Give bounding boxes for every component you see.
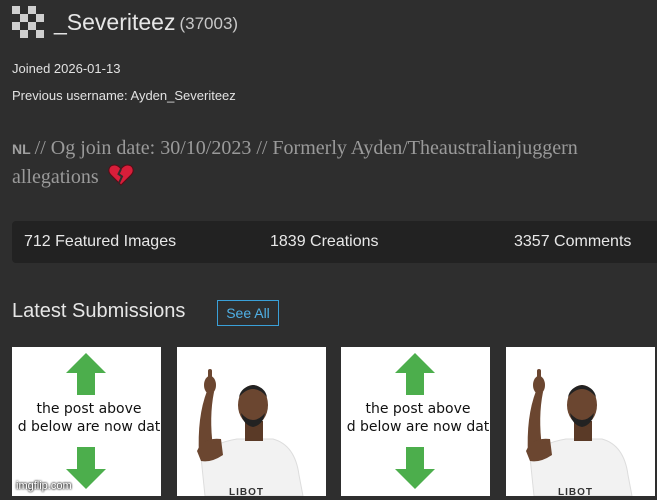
flag-label: NL: [12, 141, 31, 157]
submission-thumbnail[interactable]: the post above d below are now dat imgfl…: [12, 347, 161, 496]
thumbnail-caption: LIBOT: [558, 487, 593, 496]
thumbnail-text-line-2: d below are now dat: [17, 419, 161, 435]
latest-submissions-title: Latest Submissions: [12, 300, 186, 322]
submission-thumbnail[interactable]: LIBOT: [177, 347, 326, 496]
thumbnail-caption: LIBOT: [229, 487, 264, 496]
featured-images-count[interactable]: 712 Featured Images: [24, 233, 176, 251]
thumbnail-text-line-2: d below are now dat: [346, 419, 490, 435]
previous-username: Previous username: Ayden_Severiteez: [12, 88, 236, 103]
green-down-arrow-icon: [66, 447, 106, 489]
imgflip-watermark: imgflip.com: [16, 480, 72, 492]
checker-avatar-icon[interactable]: [12, 6, 44, 38]
bio: NL// Og join date: 30/10/2023 // Formerl…: [12, 134, 657, 194]
broken-heart-icon: [108, 164, 134, 194]
user-id: (37003): [179, 14, 239, 33]
see-all-button[interactable]: See All: [217, 300, 279, 326]
username: _Severiteez: [54, 8, 176, 35]
profile-header: _Severiteez (37003): [12, 6, 238, 38]
submission-thumbnail[interactable]: the post above d below are now dat: [341, 347, 490, 496]
thumbnail-text-line-1: the post above: [36, 401, 142, 417]
bio-line-2: allegations: [12, 166, 99, 188]
green-up-arrow-icon: [395, 353, 435, 395]
bio-line-1: // Og join date: 30/10/2023 // Formerly …: [34, 137, 578, 159]
comments-count[interactable]: 3357 Comments: [514, 233, 631, 251]
creations-count[interactable]: 1839 Creations: [270, 233, 379, 251]
man-pointing-image: [177, 347, 326, 496]
man-pointing-image: [506, 347, 655, 496]
green-down-arrow-icon: [395, 447, 435, 489]
stats-bar: 712 Featured Images 1839 Creations 3357 …: [12, 221, 657, 263]
green-up-arrow-icon: [66, 353, 106, 395]
thumbnail-text-line-1: the post above: [365, 401, 471, 417]
submission-thumbnail[interactable]: LIBOT: [506, 347, 655, 496]
joined-date: Joined 2026-01-13: [12, 61, 121, 76]
